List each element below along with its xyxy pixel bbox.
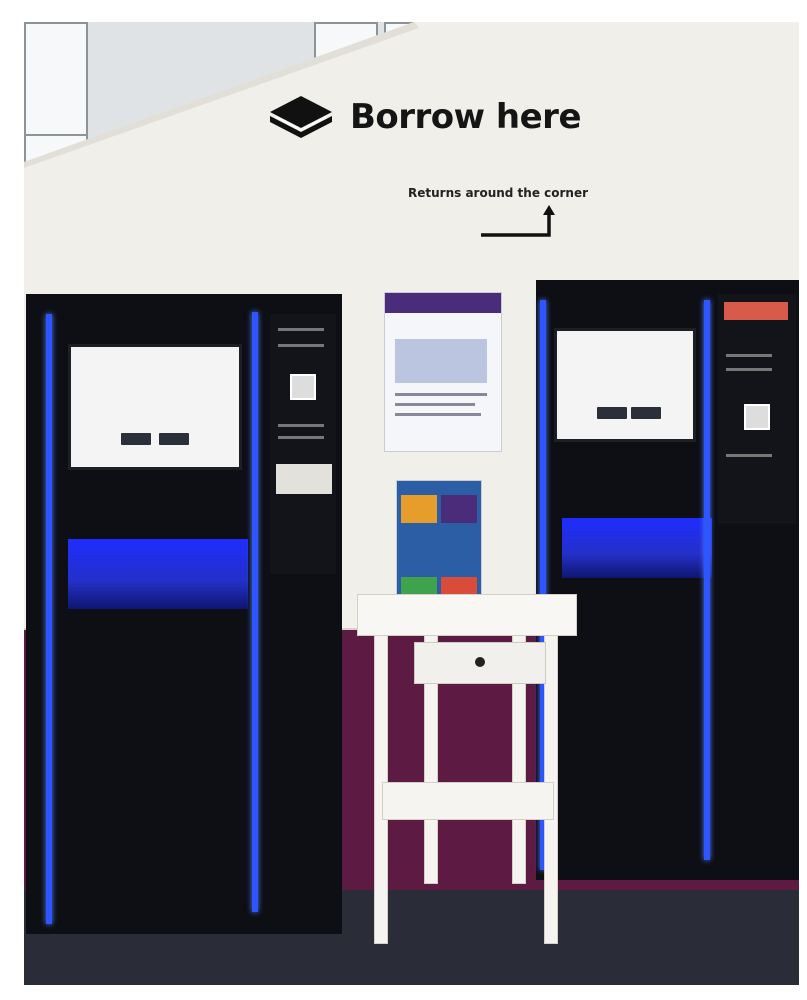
photo-frame: Borrow here Returns around the corner [0, 0, 807, 1000]
borrowing-notice-poster [384, 292, 502, 452]
library-photo: Borrow here Returns around the corner [24, 22, 799, 985]
kiosk-left [26, 294, 342, 934]
borrow-sign-title: Borrow here [350, 97, 582, 137]
kiosk-right-bay [562, 518, 712, 578]
book-icon [270, 96, 332, 138]
kiosk-left-info-panel [270, 314, 336, 574]
kiosk-left-bay [68, 539, 248, 609]
borrow-sign: Borrow here [268, 92, 582, 142]
table-drawer[interactable] [414, 642, 546, 684]
kiosk-left-screen[interactable] [68, 344, 242, 470]
corner-arrow-icon [481, 205, 555, 237]
table-shelf [382, 782, 554, 820]
kiosk-right [536, 280, 799, 880]
returns-text: Returns around the corner [408, 186, 589, 200]
table-top [357, 594, 577, 636]
drawer-knob [475, 657, 485, 667]
opening-hours-poster [396, 480, 482, 604]
kiosk-right-screen[interactable] [554, 328, 696, 442]
kiosk-right-info-panel [718, 294, 796, 524]
